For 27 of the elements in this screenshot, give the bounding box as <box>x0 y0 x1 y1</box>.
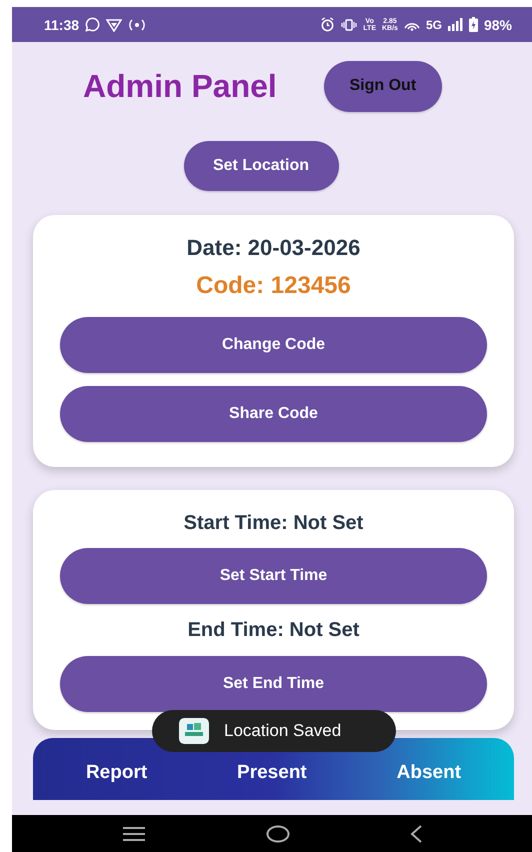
back-icon[interactable] <box>410 824 422 842</box>
battery-level: 98% <box>484 16 512 32</box>
date-label: Date: 20-03-2026 <box>186 235 362 262</box>
clock-time: 11:38 <box>44 16 80 32</box>
menu-icon[interactable] <box>122 826 146 842</box>
set-start-time-button[interactable]: Set Start Time <box>60 548 487 604</box>
bottom-tab[interactable]: Present <box>237 762 307 784</box>
home-icon[interactable] <box>266 824 290 842</box>
bottom-tab[interactable]: Absent <box>396 762 462 784</box>
set-location-button[interactable]: Set Location <box>184 141 338 191</box>
hotspot-icon <box>128 18 146 32</box>
toast-text: Location Saved <box>224 721 342 741</box>
code-action-button[interactable]: Share Code <box>60 386 487 442</box>
network-type: 5G <box>426 18 442 32</box>
set-end-time-button[interactable]: Set End Time <box>60 656 487 712</box>
battery-icon <box>468 17 478 32</box>
end-time-label: End Time: Not Set <box>186 619 360 643</box>
signal-icon <box>448 18 463 31</box>
bottom-tab[interactable]: Report <box>86 762 148 784</box>
chat-icon <box>85 17 100 32</box>
vibrate-icon <box>341 18 358 30</box>
page-title: Admin Panel <box>83 68 277 104</box>
code-action-button[interactable]: Change Code <box>60 317 487 373</box>
alarm-icon <box>320 17 336 32</box>
code-label: Code: 123456 <box>195 272 352 300</box>
start-time-label: Start Time: Not Set <box>182 512 364 536</box>
app-logo-icon <box>179 718 209 744</box>
